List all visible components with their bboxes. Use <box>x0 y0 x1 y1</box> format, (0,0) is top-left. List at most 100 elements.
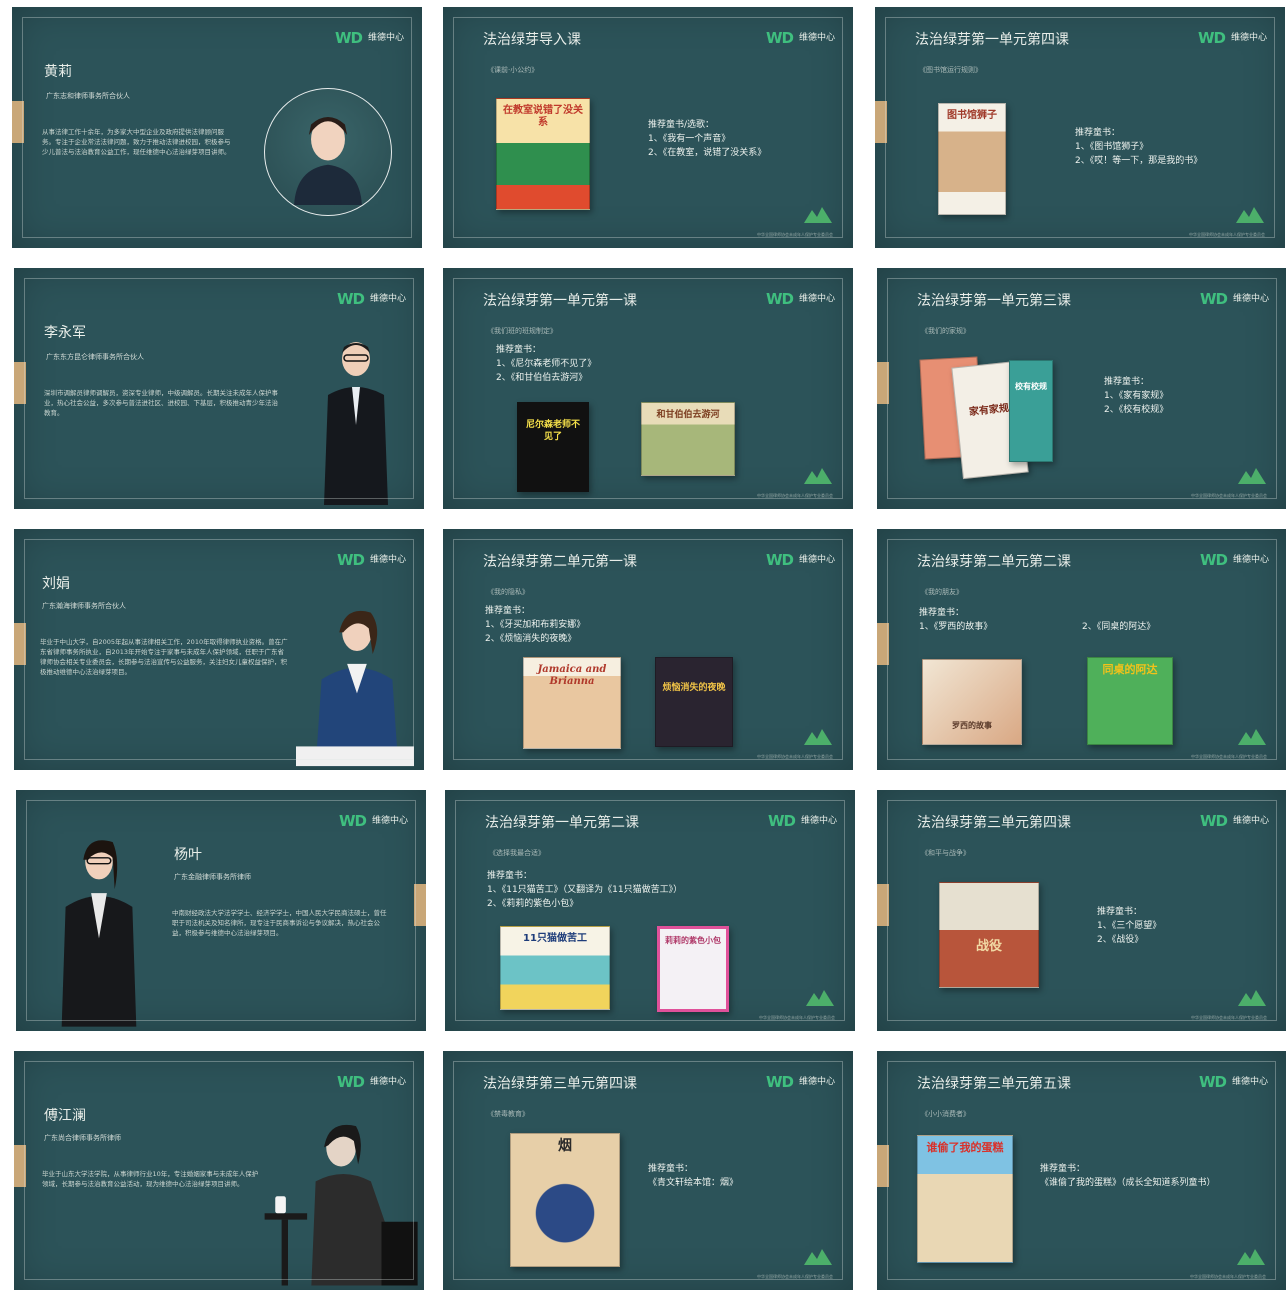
slide-lesson[interactable]: WD 维德中心 法治绿芽第一单元第二课 《选择我最合适》 推荐童书： 1、《11只… <box>445 790 855 1031</box>
book-cover[interactable]: 战役 <box>939 882 1039 988</box>
slide-lesson[interactable]: WD 维德中心 法治绿芽第二单元第二课 《我的朋友》 推荐童书： 1、《罗西的故事… <box>877 529 1286 770</box>
logo-mark: WD <box>336 290 365 308</box>
logo-mark: WD <box>1199 812 1228 830</box>
slide-title: 法治绿芽第一单元第二课 <box>485 815 639 831</box>
portrait-photo <box>294 117 362 205</box>
book-cover[interactable]: 图书馆狮子 <box>938 103 1006 215</box>
book-title: 莉莉的紫色小包 <box>665 936 721 945</box>
book-cover[interactable]: 烟 <box>510 1133 620 1267</box>
recommend-line: 2、《校有校规》 <box>1104 405 1169 415</box>
logo: WD 维德中心 <box>337 290 406 308</box>
logo-text: 维德中心 <box>1232 294 1269 304</box>
book-title: 在教室说错了没关系 <box>503 105 583 128</box>
mountain-icon <box>806 990 834 1006</box>
slide-lesson[interactable]: WD 维德中心 法治绿芽第三单元第五课 《小小消费者》 谁偷了我的蛋糕 推荐童书：… <box>877 1051 1286 1290</box>
logo-mark: WD <box>765 551 794 569</box>
book-cover[interactable]: 烦恼消失的夜晚 <box>655 657 733 747</box>
person-bio: 中南财经政法大学法学学士、经济学学士，中国人民大学民商法硕士，曾任职于司法机关及… <box>172 909 387 937</box>
person-name: 刘娟 <box>42 576 70 592</box>
book-title: 校有校规 <box>1015 382 1047 391</box>
book-title: 罗西的故事 <box>952 721 992 730</box>
logo: WD 维德中心 <box>766 29 835 47</box>
slide-person-liujuan[interactable]: WD 维德中心 刘娟 广东瀚海律师事务所合伙人 毕业于中山大学，自2005年起从事… <box>14 529 424 770</box>
slide-lesson-intro[interactable]: WD 维德中心 法治绿芽导入课 《课前·小公约》 在教室说错了没关系 推荐童书/选… <box>443 7 853 248</box>
book-cover[interactable]: 在教室说错了没关系 <box>496 98 590 210</box>
slide-lesson[interactable]: WD 维德中心 法治绿芽第一单元第一课 《我们班的班规制定》 推荐童书： 1、《尼… <box>443 268 853 509</box>
book-title: 和甘伯伯去游河 <box>656 410 720 420</box>
slide-person-yangye[interactable]: WD 维德中心 杨叶 广东金融律师事务所律师 中南财经政法大学法学学士、经济学学士… <box>16 790 426 1031</box>
logo-mark: WD <box>765 29 794 47</box>
logo: WD 维德中心 <box>766 551 835 569</box>
logo: WD 维德中心 <box>337 551 406 569</box>
recommend-line: 2、《哎！等一下，那是我的书》 <box>1075 156 1203 166</box>
logo: WD 维德中心 <box>768 812 837 830</box>
book-cover[interactable]: Jamaica and Brianna <box>523 657 621 749</box>
recommend-line: 2、《和甘伯伯去游河》 <box>496 373 588 383</box>
book-title: 尼尔森老师不见了 <box>525 420 580 442</box>
slide-person-liyongjun[interactable]: WD 维德中心 李永军 广东东方昆仑律师事务所合伙人 深圳市调解员律师调解员，资深… <box>14 268 424 509</box>
logo-text: 维德中心 <box>798 555 835 565</box>
logo: WD 维德中心 <box>337 1073 406 1091</box>
recommend-heading: 推荐童书： <box>496 345 542 355</box>
logo-text: 维德中心 <box>369 555 406 565</box>
logo-text: 维德中心 <box>1231 1077 1268 1087</box>
slide-lesson[interactable]: WD 维德中心 法治绿芽第三单元第四课 《和平与战争》 战役 推荐童书： 1、《三… <box>877 790 1286 1031</box>
book-cover[interactable]: 11只猫做苦工 <box>500 926 610 1010</box>
logo: WD 维德中心 <box>766 1073 835 1091</box>
recommend-heading: 推荐童书： <box>1075 128 1121 138</box>
footer-text: 中华全国律师协会未成年人保护专业委员会 <box>1189 232 1265 237</box>
slide-person-huangli[interactable]: WD 维德中心 黄莉 广东志和律师事务所合伙人 从事法律工作十余年，为多家大中型企… <box>12 7 422 248</box>
logo-text: 维德中心 <box>800 816 837 826</box>
logo: WD 维德中心 <box>1200 812 1269 830</box>
book-title: Jamaica and Brianna <box>537 664 607 687</box>
mountain-icon <box>804 468 832 484</box>
footer-text: 中华全国律师协会未成年人保护专业委员会 <box>1191 1015 1267 1020</box>
slide-person-fujianglan[interactable]: WD 维德中心 傅江澜 广东尚合律师事务所律师 毕业于山东大学法学院，从事律师行业… <box>14 1051 424 1290</box>
footer-text: 中华全国律师协会未成年人保护专业委员会 <box>1191 754 1267 759</box>
recommend-line: 1、《尼尔森老师不见了》 <box>496 359 597 369</box>
logo: WD 维德中心 <box>339 812 408 830</box>
book-cover[interactable]: 同桌的阿达 <box>1087 657 1173 745</box>
slide-lesson[interactable]: WD 维德中心 法治绿芽第二单元第一课 《我的隐私》 推荐童书： 1、《牙买加和布… <box>443 529 853 770</box>
slide-subtitle: 《选择我最合适》 <box>489 849 545 857</box>
book-cover[interactable]: 谁偷了我的蛋糕 <box>917 1135 1013 1263</box>
logo: WD 维德中心 <box>1199 1073 1268 1091</box>
slide-lesson[interactable]: WD 维德中心 法治绿芽第一单元第三课 《我们的家规》 家有家规 校有校规 推荐童… <box>877 268 1286 509</box>
mountain-icon <box>804 1249 832 1265</box>
mountain-icon <box>804 207 832 223</box>
person-bio: 毕业于中山大学，自2005年起从事法律相关工作，2010年取得律师执业资格。曾在… <box>40 638 288 676</box>
book-title: 谁偷了我的蛋糕 <box>926 1141 1004 1154</box>
person-bio: 深圳市调解员律师调解员，资深专业律师，中级调解员。长期关注未成年人保护事业，热心… <box>44 389 278 417</box>
book-cover[interactable]: 尼尔森老师不见了 <box>517 402 589 492</box>
book-cover[interactable]: 校有校规 <box>1009 360 1053 462</box>
slide-title: 法治绿芽第一单元第四课 <box>915 32 1069 48</box>
logo-mark: WD <box>765 1073 794 1091</box>
slide-subtitle: 《和平与战争》 <box>921 849 970 857</box>
slide-lesson[interactable]: WD 维德中心 法治绿芽第一单元第四课 《图书馆运行规则》 图书馆狮子 推荐童书：… <box>875 7 1285 248</box>
slide-subtitle: 《我的朋友》 <box>921 588 963 596</box>
recommend-line: 《谁偷了我的蛋糕》（成长全知道系列童书） <box>1040 1178 1216 1188</box>
gold-ribbon <box>877 623 889 665</box>
person-role: 广东志和律师事务所合伙人 <box>46 92 130 100</box>
book-title: 战役 <box>975 939 1002 954</box>
book-cover[interactable]: 和甘伯伯去游河 <box>641 402 735 476</box>
slide-subtitle: 《图书馆运行规则》 <box>919 66 982 74</box>
book-cover[interactable]: 罗西的故事 <box>922 659 1022 745</box>
recommend-line: 1、《我有一个声音》 <box>648 134 731 144</box>
mountain-icon <box>1237 1249 1265 1265</box>
logo-text: 维德中心 <box>371 816 408 826</box>
slide-title: 法治绿芽导入课 <box>483 32 581 48</box>
logo: WD 维德中心 <box>335 29 404 47</box>
recommend-line: 1、《图书馆狮子》 <box>1075 142 1149 152</box>
slide-lesson[interactable]: WD 维德中心 法治绿芽第三单元第四课 《禁毒教育》 烟 推荐童书： 《青文轩绘本… <box>443 1051 853 1290</box>
footer-text: 中华全国律师协会未成年人保护专业委员会 <box>757 754 833 759</box>
gold-ribbon <box>877 362 889 404</box>
logo-text: 维德中心 <box>369 294 406 304</box>
person-bio: 毕业于山东大学法学院，从事律师行业10年，专注婚姻家事与未成年人保护领域，长期参… <box>42 1170 259 1188</box>
recommend-heading: 推荐童书： <box>919 608 965 618</box>
gold-ribbon <box>14 623 26 665</box>
book-title: 烟 <box>558 1138 572 1154</box>
book-cover[interactable]: 莉莉的紫色小包 <box>657 926 729 1012</box>
slide-subtitle: 《我们班的班规制定》 <box>487 327 557 335</box>
person-name: 李永军 <box>44 325 86 341</box>
